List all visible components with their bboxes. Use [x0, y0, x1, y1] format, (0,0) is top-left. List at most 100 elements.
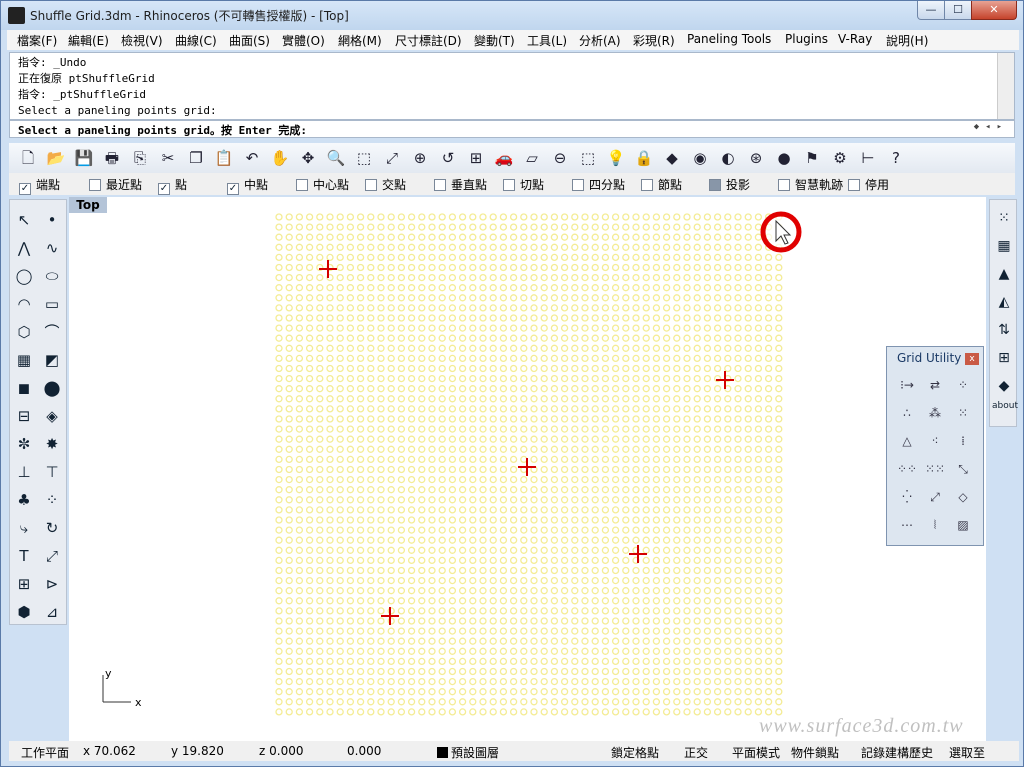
undo-view-icon[interactable]: ↺: [437, 147, 459, 169]
grid-bracket-icon[interactable]: ⦚: [922, 513, 948, 537]
osnap-checkbox[interactable]: [709, 179, 721, 191]
osnap-near[interactable]: 最近點: [89, 176, 142, 193]
osnap-checkbox[interactable]: [365, 179, 377, 191]
status-filter[interactable]: 選取至: [949, 744, 985, 761]
grid-matrix-icon[interactable]: ⁙: [950, 401, 976, 425]
status-ortho[interactable]: 正交: [684, 744, 708, 761]
minimize-button[interactable]: —: [917, 1, 945, 20]
osnap-quad[interactable]: 四分點: [572, 176, 625, 193]
menu-tools[interactable]: 工具(L): [527, 32, 567, 49]
grid-diamond-icon[interactable]: ◇: [950, 485, 976, 509]
grid-rows-icon[interactable]: ⁘⁘: [894, 457, 920, 481]
text-icon[interactable]: T: [12, 544, 36, 568]
new-file-icon[interactable]: 🗋: [17, 147, 39, 169]
status-planar[interactable]: 平面模式: [732, 744, 780, 761]
construction-plane-icon[interactable]: ⊖: [549, 147, 571, 169]
menu-solid[interactable]: 實體(O): [282, 32, 325, 49]
move-icon[interactable]: ⤷: [12, 516, 36, 540]
status-cplane[interactable]: 工作平面: [21, 744, 69, 761]
gear-icon[interactable]: ✼: [12, 432, 36, 456]
grid-ring-icon[interactable]: ⁂: [922, 401, 948, 425]
arc-icon[interactable]: ◠: [12, 292, 36, 316]
status-history[interactable]: 記錄建構歷史: [861, 744, 933, 761]
osnap-point[interactable]: ✓ 點: [158, 176, 187, 195]
menu-file[interactable]: 檔案(F): [17, 32, 57, 49]
layer-icon[interactable]: ◆: [661, 147, 683, 169]
boolean-icon[interactable]: ♣: [12, 488, 36, 512]
menu-surface[interactable]: 曲面(S): [229, 32, 270, 49]
sphere-icon[interactable]: ⬤: [40, 376, 64, 400]
cut-icon[interactable]: ✂: [157, 147, 179, 169]
menu-paneling-tools[interactable]: Paneling Tools: [687, 32, 771, 46]
maximize-button[interactable]: ☐: [944, 1, 972, 20]
print-icon[interactable]: 🖶: [101, 147, 123, 169]
menu-curve[interactable]: 曲線(C): [175, 32, 217, 49]
command-scroll-arrows[interactable]: ◆◂▸: [974, 122, 1008, 132]
rectangle-icon[interactable]: ▭: [40, 292, 64, 316]
grid-triangle-icon[interactable]: △: [894, 429, 920, 453]
menu-analyze[interactable]: 分析(A): [579, 32, 621, 49]
osnap-checkbox[interactable]: [572, 179, 584, 191]
grid-pairs-icon[interactable]: ⁛: [894, 485, 920, 509]
hierarchy-icon[interactable]: ⊢: [857, 147, 879, 169]
zoom-window-icon[interactable]: ⬚: [353, 147, 375, 169]
about-label[interactable]: about: [992, 400, 1018, 424]
osnap-checkbox[interactable]: [89, 179, 101, 191]
grid-connect-icon[interactable]: ⋯: [894, 513, 920, 537]
surface-panel-icon[interactable]: ◭: [992, 290, 1016, 314]
status-grid-snap[interactable]: 鎖定格點: [611, 744, 659, 761]
array-icon[interactable]: ⊞: [12, 572, 36, 596]
pan-icon[interactable]: ✋: [269, 147, 291, 169]
grid-utility-close-button[interactable]: x: [965, 353, 979, 365]
block-icon[interactable]: ⬢: [12, 600, 36, 624]
polygon-icon[interactable]: ⬡: [12, 320, 36, 344]
shaded-sphere-icon[interactable]: ◐: [717, 147, 739, 169]
grid-flip-icon[interactable]: ⇄: [922, 373, 948, 397]
top-viewport[interactable]: Top y x www.surface3d.com.tw: [69, 197, 986, 741]
points-on-icon[interactable]: ⁘: [40, 488, 64, 512]
paste-icon[interactable]: 📋: [213, 147, 235, 169]
render-sphere-icon[interactable]: ●: [773, 147, 795, 169]
four-viewports-icon[interactable]: ⊞: [465, 147, 487, 169]
menu-render[interactable]: 彩現(R): [633, 32, 675, 49]
osnap-knot[interactable]: 節點: [641, 176, 682, 193]
explode-icon[interactable]: ✸: [40, 432, 64, 456]
ellipse-icon[interactable]: ⬭: [40, 264, 64, 288]
grid-column-icon[interactable]: ⁞: [950, 429, 976, 453]
flag-icon[interactable]: ⚑: [801, 147, 823, 169]
osnap-perp[interactable]: 垂直點: [434, 176, 487, 193]
open-file-icon[interactable]: 📂: [45, 147, 67, 169]
car-icon[interactable]: 🚗: [493, 147, 515, 169]
status-layer[interactable]: 預設圖層: [437, 744, 499, 761]
rotate-view-icon[interactable]: ✥: [297, 147, 319, 169]
offset-grid-icon[interactable]: ⇅: [992, 318, 1016, 342]
import-icon[interactable]: ⎘: [129, 147, 151, 169]
osnap-checkbox[interactable]: [848, 179, 860, 191]
box-icon[interactable]: ◼: [12, 376, 36, 400]
menu-dimension[interactable]: 尺寸標註(D): [395, 32, 462, 49]
circle-icon[interactable]: ◯: [12, 264, 36, 288]
osnap-tan[interactable]: 切點: [503, 176, 544, 193]
triangle-panel-icon[interactable]: ▲: [992, 262, 1016, 286]
grid-dots-icon[interactable]: ⁘: [950, 373, 976, 397]
cylinder-icon[interactable]: ⊟: [12, 404, 36, 428]
zoom-extents-icon[interactable]: ⤢: [381, 147, 403, 169]
osnap-checkbox[interactable]: ✓: [19, 183, 31, 195]
dimension-icon[interactable]: ⊿: [40, 600, 64, 624]
polyline-icon[interactable]: ⋀: [12, 236, 36, 260]
scale-icon[interactable]: ⤢: [40, 544, 64, 568]
grid-shift-icon[interactable]: ⁝→: [894, 373, 920, 397]
osnap-checkbox[interactable]: [434, 179, 446, 191]
red-grid-icon[interactable]: ⊞: [992, 346, 1016, 370]
zoom-icon[interactable]: 🔍: [325, 147, 347, 169]
menu-edit[interactable]: 編輯(E): [68, 32, 109, 49]
color-wheel-icon[interactable]: ◉: [689, 147, 711, 169]
select-icon[interactable]: ⬚: [577, 147, 599, 169]
lock-icon[interactable]: 🔒: [633, 147, 655, 169]
osnap-checkbox[interactable]: ✓: [227, 183, 239, 195]
grid-cluster-icon[interactable]: ⁖: [922, 429, 948, 453]
help-icon[interactable]: ?: [885, 147, 907, 169]
mirror-icon[interactable]: ⊳: [40, 572, 64, 596]
osnap-project[interactable]: 投影: [709, 176, 750, 193]
osnap-center[interactable]: 中心點: [296, 176, 349, 193]
